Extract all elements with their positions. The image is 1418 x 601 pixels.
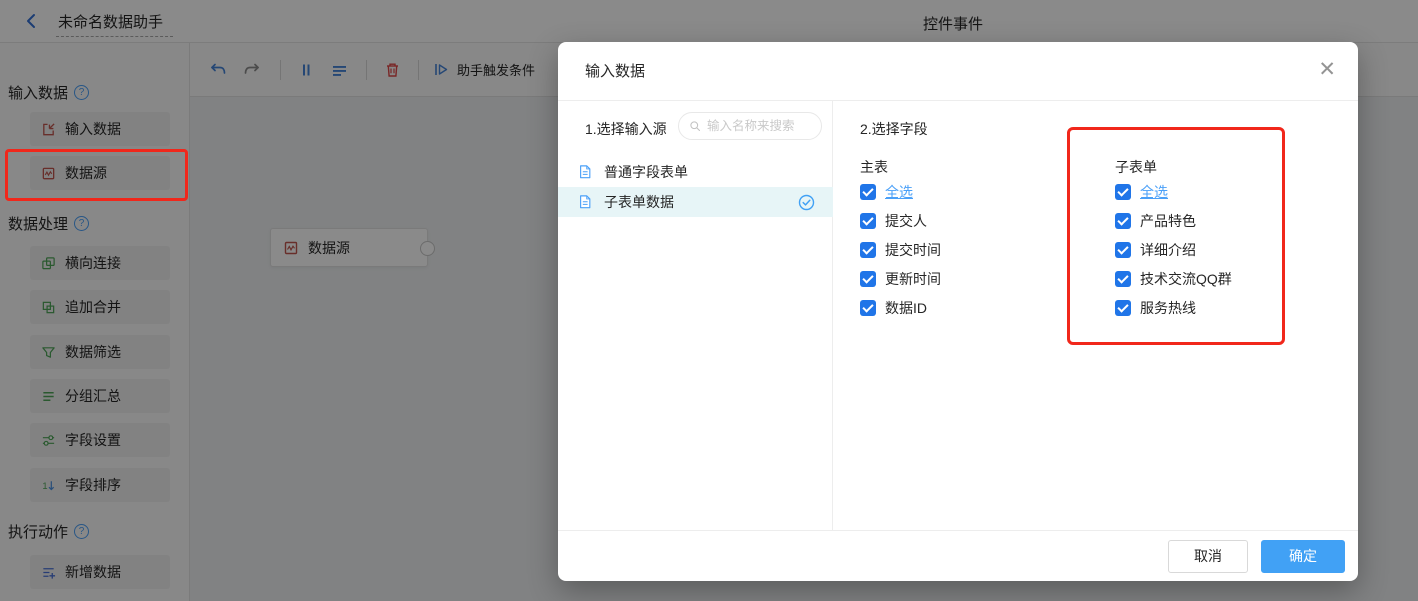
field-checkbox[interactable]: 提交人	[860, 212, 941, 230]
search-input[interactable]	[707, 119, 811, 133]
group-title: 子表单	[1115, 159, 1157, 175]
confirm-button[interactable]: 确定	[1261, 539, 1345, 573]
modal-header: 输入数据 ✕	[558, 42, 1358, 101]
form-doc-icon	[580, 165, 591, 179]
field-group-subform: 子表单 全选 产品特色 详细介绍 技术交流QQ群 服务热线	[1115, 157, 1232, 328]
source-item-normal-form[interactable]: 普通字段表单	[558, 157, 833, 187]
checkbox-checked-icon[interactable]	[860, 271, 876, 287]
checkbox-checked-icon[interactable]	[860, 184, 876, 200]
checkbox-checked-icon[interactable]	[1115, 300, 1131, 316]
close-icon[interactable]: ✕	[1318, 59, 1336, 80]
checkbox-checked-icon[interactable]	[1115, 242, 1131, 258]
field-checkbox[interactable]: 详细介绍	[1115, 241, 1232, 259]
checkbox-checked-icon[interactable]	[860, 242, 876, 258]
checkbox-checked-icon[interactable]	[860, 300, 876, 316]
checkbox-checked-icon[interactable]	[1115, 271, 1131, 287]
field-checkbox-select-all[interactable]: 全选	[860, 183, 941, 201]
step2-label: 2.选择字段	[860, 121, 928, 137]
modal-title: 输入数据	[585, 63, 646, 80]
source-item-subform-data[interactable]: 子表单数据	[558, 187, 833, 217]
field-checkbox[interactable]: 服务热线	[1115, 299, 1232, 317]
checkbox-checked-icon[interactable]	[1115, 213, 1131, 229]
modal-footer: 取消 确定	[558, 530, 1358, 581]
step1-label: 1.选择输入源	[585, 121, 667, 137]
source-panel: 1.选择输入源 普通字段表单 子表单数据	[558, 101, 833, 530]
source-search[interactable]	[678, 112, 822, 140]
selected-check-icon	[798, 194, 815, 214]
checkbox-checked-icon[interactable]	[1115, 184, 1131, 200]
input-data-modal: 输入数据 ✕ 1.选择输入源 普通字段表单 子表单数据 2.选择字段	[558, 42, 1358, 581]
modal-body: 1.选择输入源 普通字段表单 子表单数据 2.选择字段 主表	[558, 101, 1358, 530]
field-group-main-table: 主表 全选 提交人 提交时间 更新时间 数据ID	[860, 157, 941, 328]
form-doc-icon	[580, 195, 591, 209]
field-checkbox[interactable]: 数据ID	[860, 299, 941, 317]
checkbox-checked-icon[interactable]	[860, 213, 876, 229]
field-checkbox[interactable]: 技术交流QQ群	[1115, 270, 1232, 288]
field-checkbox[interactable]: 更新时间	[860, 270, 941, 288]
field-checkbox[interactable]: 提交时间	[860, 241, 941, 259]
group-title: 主表	[860, 159, 888, 175]
search-icon	[690, 121, 701, 132]
cancel-button[interactable]: 取消	[1168, 539, 1248, 573]
field-checkbox[interactable]: 产品特色	[1115, 212, 1232, 230]
field-checkbox-select-all[interactable]: 全选	[1115, 183, 1232, 201]
